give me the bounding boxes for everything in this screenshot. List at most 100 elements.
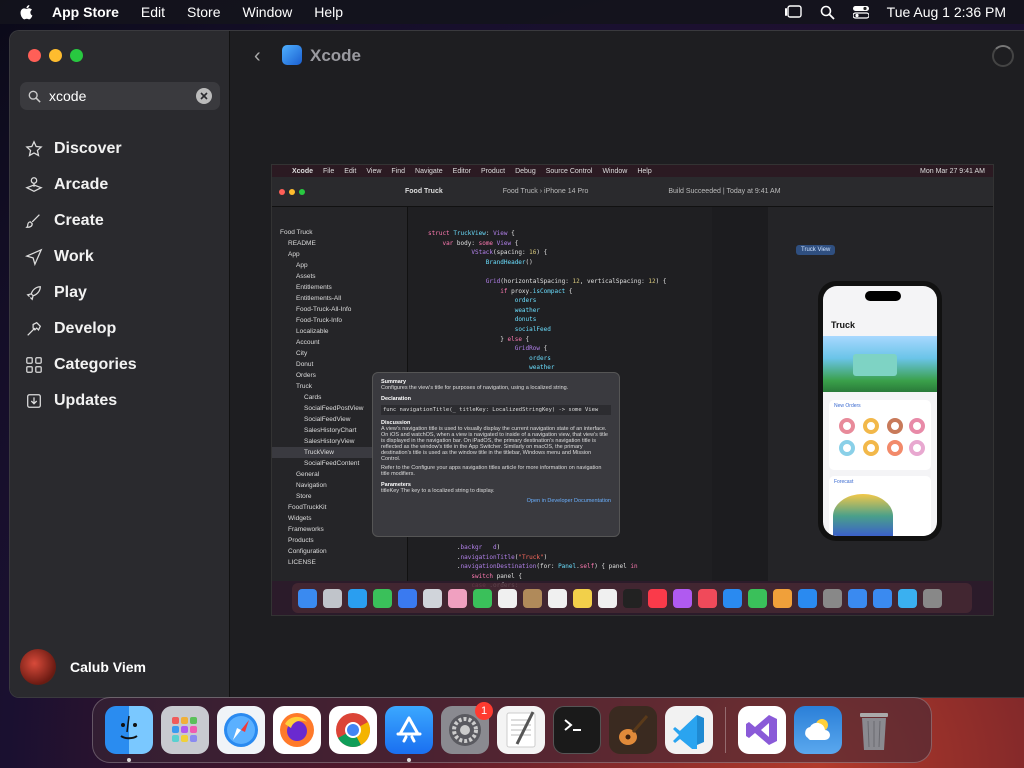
build-status: Build Succeeded | Today at 9:41 AM bbox=[668, 188, 781, 195]
truck-image bbox=[853, 354, 897, 376]
app-screenshot[interactable]: Xcode File Edit View Find Navigate Edito… bbox=[271, 164, 994, 616]
sidebar-item-label: Arcade bbox=[54, 176, 109, 193]
sidebar-item-label: Develop bbox=[54, 320, 117, 337]
sidebar-item-discover[interactable]: Discover bbox=[24, 131, 137, 167]
clear-search-icon[interactable] bbox=[196, 88, 212, 104]
navigator-item[interactable]: README bbox=[272, 238, 407, 249]
navigator-item[interactable]: Entitlements-All bbox=[272, 293, 407, 304]
navigator-item[interactable]: Donut bbox=[272, 359, 407, 370]
navigator-item[interactable]: Configuration bbox=[272, 546, 407, 557]
window-controls bbox=[28, 49, 83, 62]
dock-chrome[interactable] bbox=[329, 706, 377, 754]
screenshot-clock: Mon Mar 27 9:41 AM bbox=[920, 167, 985, 175]
navigator-item[interactable]: Assets bbox=[272, 271, 407, 282]
sidebar-item-develop[interactable]: Develop bbox=[24, 311, 137, 347]
joystick-icon bbox=[24, 175, 44, 195]
dock-firefox[interactable] bbox=[273, 706, 321, 754]
dock-visual-studio[interactable] bbox=[738, 706, 786, 754]
sidebar-nav: Discover Arcade Create Work Play Develop bbox=[24, 131, 137, 419]
sidebar-item-updates[interactable]: Updates bbox=[24, 383, 137, 419]
menu-bar: App Store Edit Store Window Help Tue Aug… bbox=[0, 0, 1024, 24]
sidebar-item-arcade[interactable]: Arcade bbox=[24, 167, 137, 203]
dock-garageband[interactable] bbox=[609, 706, 657, 754]
screenshot-menu-item: Editor bbox=[452, 167, 471, 175]
user-account[interactable]: Calub Viem bbox=[20, 649, 146, 685]
menu-store[interactable]: Store bbox=[187, 4, 220, 20]
search-icon[interactable] bbox=[820, 5, 835, 20]
iphone-preview: Truck New Orders Forecast bbox=[818, 281, 942, 541]
dock-textedit[interactable] bbox=[497, 706, 545, 754]
navigator-item[interactable]: App bbox=[272, 249, 407, 260]
dock-system-settings[interactable]: 1 bbox=[441, 702, 493, 754]
navigator-item[interactable]: Food-Truck-All-Info bbox=[272, 304, 407, 315]
menu-app-name[interactable]: App Store bbox=[52, 4, 119, 20]
popover-text: Refer to the Configure your apps navigat… bbox=[381, 465, 602, 477]
navigator-item[interactable]: App bbox=[272, 260, 407, 271]
sidebar-item-label: Work bbox=[54, 248, 94, 265]
chrome-icon bbox=[336, 713, 370, 747]
dock-terminal[interactable] bbox=[553, 706, 601, 754]
navigator-item[interactable]: Food-Truck-Info bbox=[272, 315, 407, 326]
control-center-icon[interactable] bbox=[852, 5, 869, 19]
dock-finder[interactable] bbox=[105, 706, 153, 762]
launchpad-icon bbox=[172, 717, 197, 742]
popover-text: A view's navigation title is used to vis… bbox=[381, 426, 608, 462]
navigator-item[interactable]: Account bbox=[272, 337, 407, 348]
dock-separator bbox=[725, 707, 726, 753]
dock-launchpad[interactable] bbox=[161, 706, 209, 754]
grid-icon bbox=[24, 355, 44, 375]
navigator-item[interactable]: Entitlements bbox=[272, 282, 407, 293]
menu-window[interactable]: Window bbox=[242, 4, 292, 20]
clock[interactable]: Tue Aug 1 2:36 PM bbox=[887, 4, 1006, 20]
close-button[interactable] bbox=[28, 49, 41, 62]
screenshot-menu-item: Product bbox=[480, 167, 506, 175]
apple-logo-icon[interactable] bbox=[18, 3, 36, 21]
minimize-button[interactable] bbox=[49, 49, 62, 62]
guitar-icon bbox=[619, 715, 649, 745]
dock: 1 bbox=[92, 697, 932, 763]
sidebar-item-label: Updates bbox=[54, 392, 118, 409]
zoom-button[interactable] bbox=[70, 49, 83, 62]
back-button[interactable]: ‹ bbox=[254, 45, 261, 68]
sidebar-item-label: Play bbox=[54, 284, 87, 301]
vscode-icon bbox=[673, 715, 704, 749]
popover-code: func navigationTitle(_ titleKey: Localiz… bbox=[381, 405, 611, 415]
sidebar-item-work[interactable]: Work bbox=[24, 239, 137, 275]
navigator-item[interactable]: LICENSE bbox=[272, 557, 407, 568]
screenshot-menu-item: Debug bbox=[515, 167, 536, 175]
dock-safari[interactable] bbox=[217, 706, 265, 754]
app-store-icon bbox=[396, 716, 422, 743]
sidebar-item-categories[interactable]: Categories bbox=[24, 347, 137, 383]
menu-help[interactable]: Help bbox=[314, 4, 343, 20]
xcode-app-icon bbox=[282, 45, 302, 65]
search-input[interactable] bbox=[49, 88, 189, 104]
screenshot-menu-item: Xcode bbox=[292, 167, 314, 175]
sidebar-item-create[interactable]: Create bbox=[24, 203, 137, 239]
navigator-item[interactable]: City bbox=[272, 348, 407, 359]
stage-manager-icon[interactable] bbox=[784, 5, 802, 19]
navigator-item[interactable]: Food Truck bbox=[272, 227, 407, 238]
brush-icon bbox=[24, 211, 44, 231]
sidebar-item-play[interactable]: Play bbox=[24, 275, 137, 311]
popover-text: Configures the view's title for purposes… bbox=[381, 385, 569, 391]
dock-app-store[interactable] bbox=[385, 706, 433, 762]
navigator-item[interactable]: Localizable bbox=[272, 326, 407, 337]
main-content: ‹ Xcode Xcode File Edit View Find Naviga… bbox=[230, 31, 1024, 697]
scheme-selector: Food Truck › iPhone 14 Pro bbox=[502, 188, 589, 195]
card-label: New Orders bbox=[834, 403, 861, 409]
download-icon bbox=[24, 391, 44, 411]
rocket-icon bbox=[24, 283, 44, 303]
dock-weather[interactable] bbox=[794, 706, 842, 754]
dock-vscode[interactable] bbox=[665, 706, 713, 754]
sidebar: Discover Arcade Create Work Play Develop bbox=[10, 31, 230, 697]
card-label: Forecast bbox=[834, 479, 854, 485]
avatar bbox=[20, 649, 56, 685]
user-name: Calub Viem bbox=[70, 659, 146, 675]
page-title: Xcode bbox=[310, 46, 362, 65]
search-field[interactable] bbox=[20, 82, 220, 110]
loading-spinner-icon bbox=[992, 45, 1014, 67]
popover-heading: Declaration bbox=[381, 396, 411, 402]
minimap bbox=[712, 207, 768, 581]
dock-trash[interactable] bbox=[850, 706, 898, 754]
menu-edit[interactable]: Edit bbox=[141, 4, 165, 20]
